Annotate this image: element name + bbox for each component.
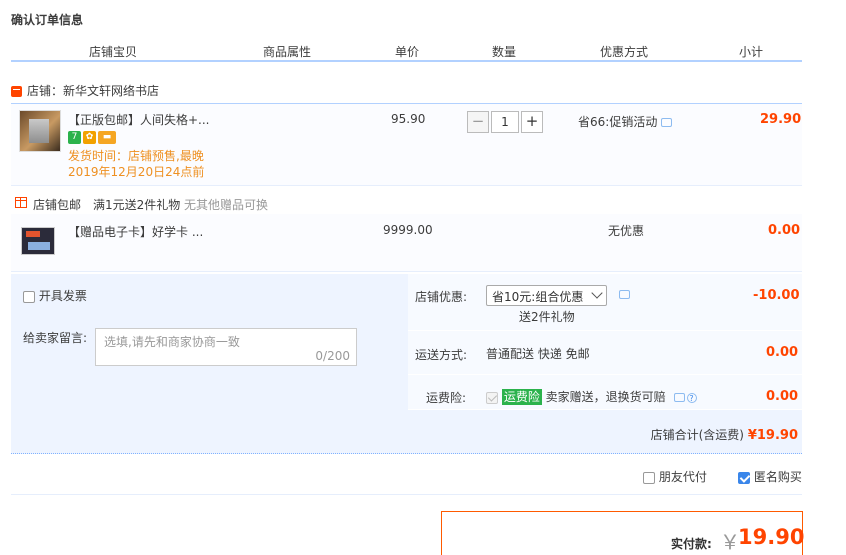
store-total-label: 店铺合计(含运费) [650, 428, 744, 442]
product-thumbnail[interactable] [19, 110, 61, 152]
gift-card-promo-text: 无优惠 [608, 224, 645, 238]
column-header-attributes: 商品属性 [263, 45, 312, 59]
store-discount-amount: -10.00 [753, 288, 800, 303]
comment-bubble-icon[interactable] [673, 393, 685, 402]
comment-bubble-icon[interactable] [661, 118, 673, 127]
store-discount-select[interactable]: 省10元:组合优惠 [486, 285, 607, 306]
gift-card-thumbnail[interactable] [21, 227, 55, 255]
freight-insurance-label: 运费险: [426, 391, 467, 405]
store-discount-label: 店铺优惠: [415, 290, 468, 304]
column-header-row: 店铺宝贝 商品属性 单价 数量 优惠方式 小计 [11, 38, 802, 62]
column-header-discount: 优惠方式 [600, 45, 649, 59]
service-badges: 7 ✿ ▬ [68, 131, 118, 145]
store-discount-selected: 省10元:组合优惠 [492, 290, 584, 304]
cart-item-1: 【正版包邮】人间失格+... 7 ✿ ▬ 发货时间：店铺预售,最晚 2019年12月… [11, 104, 802, 186]
store-settlement: 店铺优惠: 省10元:组合优惠 送2件礼物 -10.00 运送方式: 普通配送 … [408, 274, 802, 410]
gift-card-unit-price: 9999.00 [383, 223, 433, 237]
shipping-time-line-1: 发货时间：店铺预售,最晚 [68, 149, 204, 163]
freight-insurance-amount: 0.00 [766, 389, 799, 404]
column-header-quantity: 数量 [492, 45, 517, 59]
seven-day-return-icon[interactable]: 7 [68, 131, 81, 144]
freight-insurance-row: 运费险: 运费险 卖家赠送，退换货可赔 ? 0.00 [408, 376, 802, 410]
credit-card-icon[interactable]: ▬ [98, 131, 116, 144]
item-subtotal: 29.90 [760, 112, 802, 127]
delivery-amount: 0.00 [766, 345, 799, 360]
column-header-subtotal: 小计 [739, 45, 764, 59]
shipping-time-line-2: 2019年12月20日24点前 [68, 165, 205, 179]
quantity-input[interactable] [491, 111, 519, 133]
gift-promo-text: 满1元送2件礼物 [93, 198, 181, 212]
friend-pay-label: 朋友代付 [658, 470, 707, 484]
buyer-options: 开具发票 给卖家留言: 选填,请先和商家协商一致 0/200 [11, 274, 407, 410]
gift-promo-note: 无其他赠品可换 [184, 198, 269, 212]
help-icon[interactable]: ? [686, 392, 697, 403]
gift-promo-line: 店铺包邮 满1元送2件礼物 无其他赠品可换 [11, 194, 802, 214]
memo-placeholder: 选填,请先和商家协商一致 [104, 335, 240, 349]
shipping-time-note: 发货时间：店铺预售,最晚 2019年12月20日24点前 [68, 148, 204, 180]
seller-memo-textarea[interactable]: 选填,请先和商家协商一致 0/200 [95, 328, 357, 366]
cart-item-2: 【赠品电子卡】好学卡 ... 9999.00 无优惠 0.00 [11, 214, 802, 272]
quantity-stepper: − + [467, 111, 543, 133]
column-header-shop-item: 店铺宝贝 [89, 45, 138, 59]
gift-promo-label: 店铺包邮 [33, 198, 82, 212]
promo-text: 省66:促销活动 [578, 115, 658, 129]
store-discount-row: 店铺优惠: 省10元:组合优惠 送2件礼物 -10.00 [408, 274, 802, 331]
quantity-decrease-button[interactable]: − [467, 111, 489, 133]
invoice-checkbox[interactable] [23, 290, 35, 303]
shop-icon [11, 86, 22, 97]
unit-price: 95.90 [391, 112, 426, 126]
anonymous-option: 匿名购买 [738, 468, 802, 485]
order-options-panel: 开具发票 给卖家留言: 选填,请先和商家协商一致 0/200 店铺优惠: 省10… [11, 274, 802, 454]
shop-name-link[interactable]: 店铺：新华文轩网络书店 [27, 82, 159, 99]
delivery-label: 运送方式: [415, 348, 468, 362]
payment-options: 朋友代付 匿名购买 [11, 463, 802, 495]
quantity-increase-button[interactable]: + [521, 111, 543, 133]
delivery-method: 普通配送 快递 免邮 [486, 347, 590, 361]
payment-summary: 实付款: ￥ 19.90 [441, 511, 805, 555]
invoice-label: 开具发票 [38, 289, 87, 303]
invoice-option: 开具发票 [23, 287, 87, 304]
payment-currency: ￥ [720, 530, 740, 554]
promo-info: 省66:促销活动 [578, 113, 673, 130]
chevron-down-icon [591, 287, 603, 299]
store-total-amount: ¥19.90 [747, 428, 798, 443]
store-discount-note: 送2件礼物 [519, 310, 575, 324]
freight-insurance-text: 卖家赠送，退换货可赔 [545, 390, 666, 404]
friend-pay-checkbox[interactable] [643, 471, 655, 484]
store-total: 店铺合计(含运费) ¥19.90 [651, 426, 798, 443]
gift-card-title-link[interactable]: 【赠品电子卡】好学卡 ... [68, 223, 203, 240]
comment-bubble-icon[interactable] [619, 290, 630, 299]
memo-char-count: 0/200 [315, 349, 350, 363]
payment-label: 实付款: [671, 537, 712, 551]
friend-pay-option: 朋友代付 [643, 468, 707, 485]
guarantee-icon[interactable]: ✿ [83, 131, 96, 144]
gift-icon [15, 197, 27, 208]
memo-label: 给卖家留言: [23, 331, 88, 345]
shop-line: 店铺：新华文轩网络书店 [11, 82, 802, 104]
freight-insurance-option: 运费险 卖家赠送，退换货可赔 ? [486, 388, 697, 405]
gift-card-subtotal: 0.00 [768, 223, 801, 238]
payment-amount: 19.90 [738, 525, 805, 549]
freight-insurance-checkbox[interactable] [486, 391, 498, 404]
page-title: 确认订单信息 [11, 13, 84, 27]
delivery-row: 运送方式: 普通配送 快递 免邮 0.00 [408, 332, 802, 375]
freight-insurance-tag: 运费险 [501, 389, 542, 405]
anonymous-label: 匿名购买 [753, 470, 802, 484]
anonymous-checkbox[interactable] [738, 471, 750, 484]
column-header-unit-price: 单价 [395, 45, 420, 59]
product-title-link[interactable]: 【正版包邮】人间失格+... [68, 111, 210, 128]
